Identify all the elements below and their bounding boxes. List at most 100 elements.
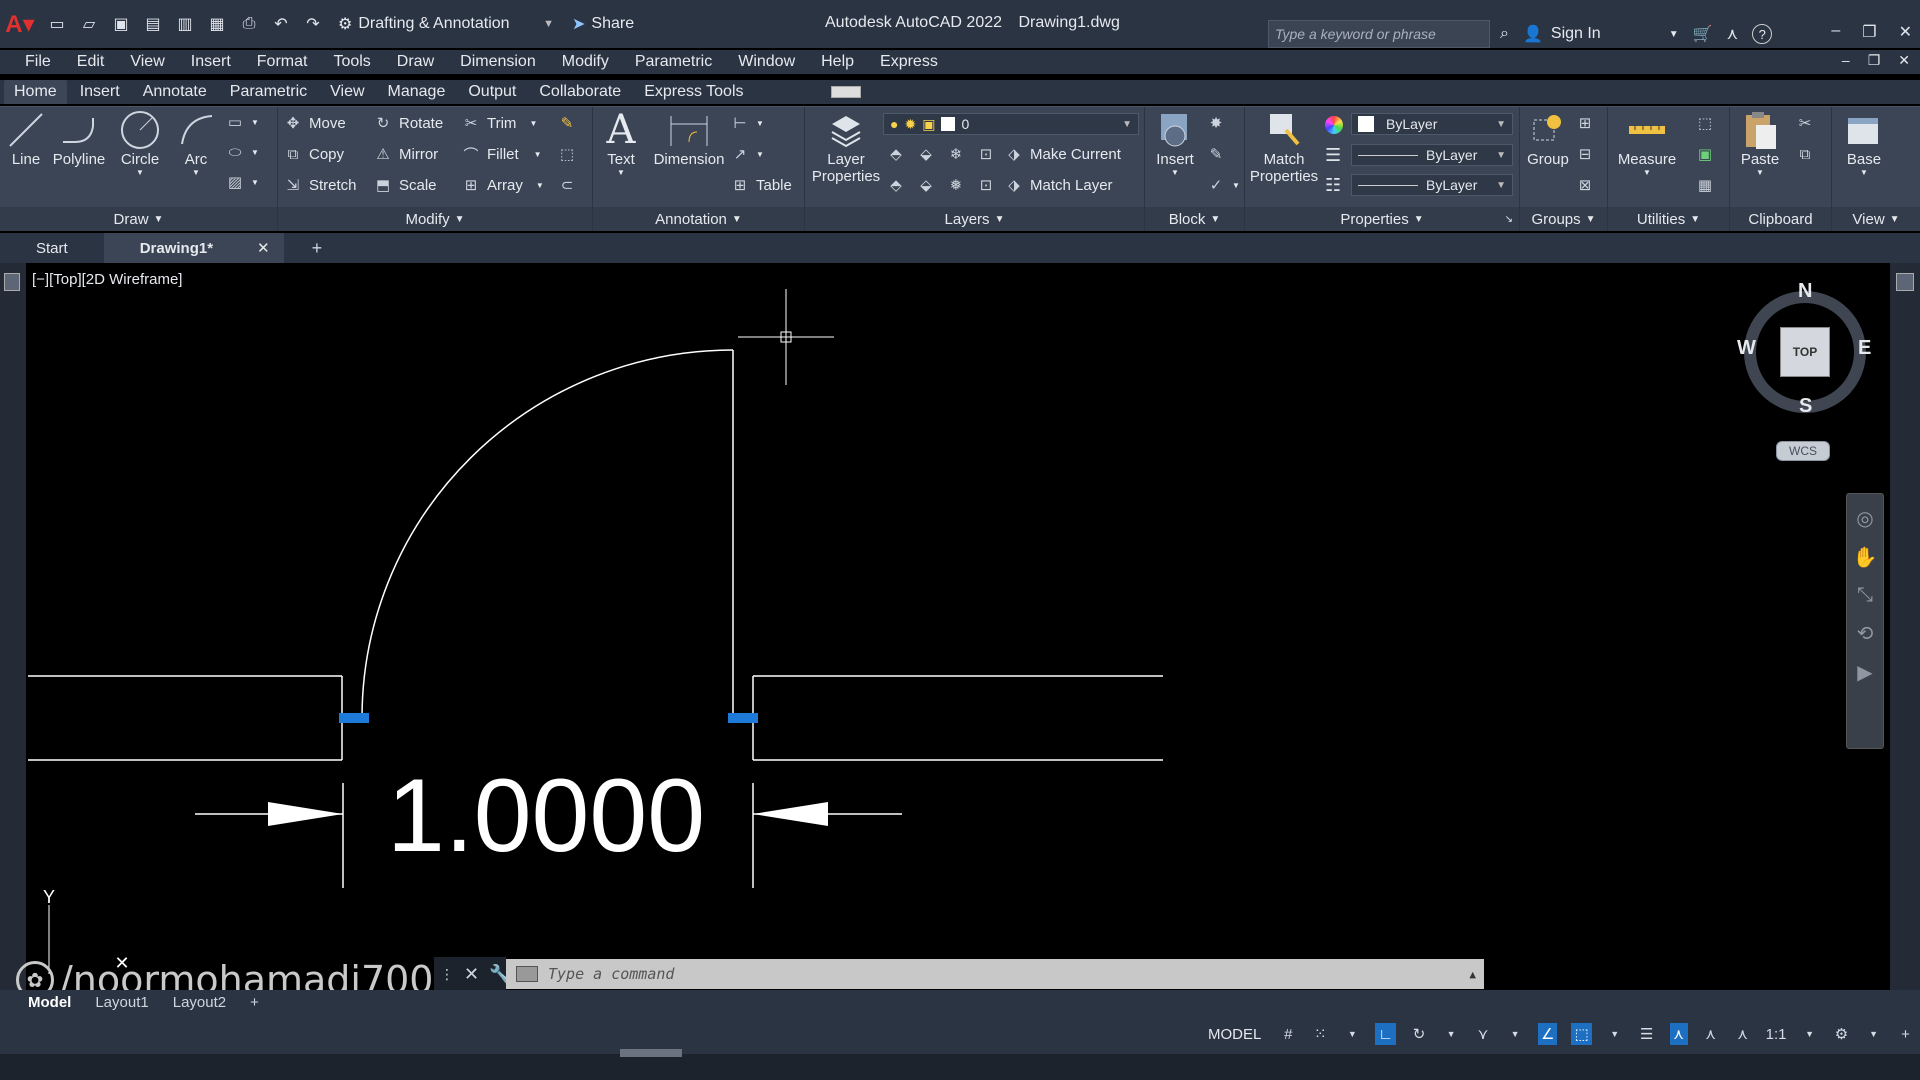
annotation-monitor-icon[interactable]: + [1897,1023,1915,1045]
quick-select-tool[interactable]: ⬚ [1696,114,1714,132]
ellipse-tool[interactable]: ⬭ ▼ [226,143,259,161]
grip-handle[interactable] [339,713,369,723]
zoom-extents-icon[interactable]: ⤡ [1857,584,1873,607]
layer-unisolate-icon[interactable]: ⬙ [917,176,935,194]
menu-window[interactable]: Window [725,53,808,71]
layers-panel-title[interactable]: Layers ▼ [805,207,1144,231]
arc-tool[interactable]: Arc ▼ [172,109,220,177]
leader-tool[interactable]: ↗ ▼ [731,145,764,163]
snap-icon[interactable]: ⁙ [1311,1023,1329,1045]
tab-collaborate[interactable]: Collaborate [529,80,631,104]
layer-dropdown[interactable]: ● ✹ ▣ 0 ▼ [883,113,1139,135]
tab-express-tools[interactable]: Express Tools [634,80,753,104]
linear-dimension-tool[interactable]: ⊢ ▼ [731,114,763,132]
menu-tools[interactable]: Tools [320,53,383,71]
block-attributes-tool[interactable]: ✓ ▼ [1207,176,1240,194]
color-wheel-icon[interactable] [1325,116,1343,134]
menu-help[interactable]: Help [808,53,867,71]
panel-launcher-icon[interactable]: ↘ [1505,214,1513,225]
polar-tracking-icon[interactable]: ↻ [1410,1023,1428,1045]
tab-insert[interactable]: Insert [70,80,130,104]
draw-panel-title[interactable]: Draw ▼ [0,207,277,231]
ortho-icon[interactable]: ∟ [1375,1023,1397,1045]
menu-dimension[interactable]: Dimension [447,53,549,71]
tab-home[interactable]: Home [4,80,67,104]
linetype-icon[interactable]: ☷ [1325,175,1341,196]
tab-view[interactable]: View [320,80,374,104]
drag-handle-icon[interactable]: ⋮ [440,966,454,983]
layer-lock-icon[interactable]: ⊡ [977,145,995,163]
drawing-canvas[interactable]: [−][Top][2D Wireframe] 1.0000 Y ✕ TOP N … [0,263,1920,1002]
tab-output[interactable]: Output [458,80,526,104]
chevron-down-icon[interactable]: ▼ [1343,1023,1361,1045]
tab-start[interactable]: Start [0,233,104,263]
properties-panel-title[interactable]: Properties ▼ ↘ [1245,207,1519,231]
explode-tool[interactable]: ⬚ [558,145,576,163]
close-icon[interactable]: ✕ [1899,22,1912,42]
save-as-icon[interactable]: ▤ [142,13,164,35]
redo-icon[interactable]: ↷ [302,13,324,35]
dimension-text[interactable]: 1.0000 [387,758,705,874]
auto-scale-icon[interactable]: ⋏ [1702,1023,1720,1045]
tab-model[interactable]: Model [16,994,83,1011]
isometric-icon[interactable]: ⋎ [1474,1023,1492,1045]
grid-icon[interactable]: # [1279,1023,1297,1045]
object-snap-tracking-icon[interactable]: ∠ [1538,1023,1558,1045]
restore-icon[interactable]: ❐ [1862,22,1876,42]
copy-clip-tool[interactable]: ⧉ [1796,145,1814,163]
save-icon[interactable]: ▣ [110,13,132,35]
chevron-up-icon[interactable]: ▲ [1469,968,1476,981]
mirror-tool[interactable]: ⚠ Mirror [374,145,438,164]
chevron-down-icon[interactable]: ▼ [1606,1023,1624,1045]
base-view-tool[interactable]: Base ▼ [1838,109,1890,177]
annotation-scale-icon[interactable]: ⋏ [1734,1023,1752,1045]
menu-express[interactable]: Express [867,53,951,71]
menu-format[interactable]: Format [244,53,321,71]
utilities-panel-title[interactable]: Utilities ▼ [1608,207,1729,231]
menu-parametric[interactable]: Parametric [622,53,725,71]
paste-tool[interactable]: Paste ▼ [1736,109,1784,177]
wcs-menu[interactable]: WCS [1776,441,1830,461]
publish-icon[interactable]: ▦ [206,13,228,35]
object-snap-icon[interactable]: ⬚ [1571,1023,1592,1045]
hatch-tool[interactable]: ▨ ▼ [226,173,259,191]
doc-restore-icon[interactable]: ❐ [1868,52,1881,69]
chevron-down-icon[interactable]: ▼ [1506,1023,1524,1045]
workspace-gear-icon[interactable]: ⚙ [1833,1023,1851,1045]
stretch-tool[interactable]: ⇲ Stretch [284,176,357,195]
pan-hand-icon[interactable]: ✋ [1853,545,1878,570]
chevron-down-icon[interactable]: ▼ [1801,1023,1819,1045]
showmotion-icon[interactable]: ▶ [1857,660,1872,685]
command-prompt-icon[interactable] [516,966,538,982]
new-file-icon[interactable]: ▭ [46,13,68,35]
orbit-icon[interactable]: ⟲ [1857,621,1874,646]
linetype-dropdown[interactable]: ByLayer ▼ [1351,174,1513,196]
table-tool[interactable]: ⊞ Table [731,176,792,195]
doc-close-icon[interactable]: ✕ [1898,52,1910,69]
match-layer-button[interactable]: ⬗ Match Layer [1005,176,1112,195]
group-tool[interactable]: Group [1524,109,1572,168]
tab-manage[interactable]: Manage [378,80,456,104]
compass-north[interactable]: N [1798,280,1812,303]
layer-properties-tool[interactable]: Layer Properties [811,109,881,185]
make-current-button[interactable]: ⬗ Make Current [1005,145,1121,164]
view-panel-title[interactable]: View ▼ [1832,207,1920,231]
undo-icon[interactable]: ↶ [270,13,292,35]
viewcube[interactable]: TOP N S E W [1737,280,1871,421]
annotation-scale-value[interactable]: 1:1 [1766,1023,1787,1045]
tab-drawing1[interactable]: Drawing1* ✕ [103,233,284,263]
calculator-tool[interactable]: ▦ [1696,176,1714,194]
minimize-icon[interactable]: – [1831,22,1840,42]
model-space-toggle[interactable]: MODEL [1208,1026,1265,1043]
lineweight-toggle-icon[interactable]: ☰ [1638,1023,1656,1045]
autocad-logo-icon[interactable]: A▾ [0,0,40,48]
rectangle-tool[interactable]: ▭ ▼ [226,113,259,131]
new-tab-button[interactable]: + [312,238,323,259]
share-button[interactable]: ➤ Share [572,14,634,34]
open-folder-icon[interactable]: ▱ [78,13,100,35]
array-tool[interactable]: ⊞ Array ▼ [462,176,544,195]
close-tab-icon[interactable]: ✕ [257,239,270,257]
group-select-tool[interactable]: ⊠ [1576,176,1594,194]
autodesk-app-icon[interactable]: ⋏ [1727,24,1739,44]
cart-icon[interactable]: 🛒 [1693,24,1713,44]
